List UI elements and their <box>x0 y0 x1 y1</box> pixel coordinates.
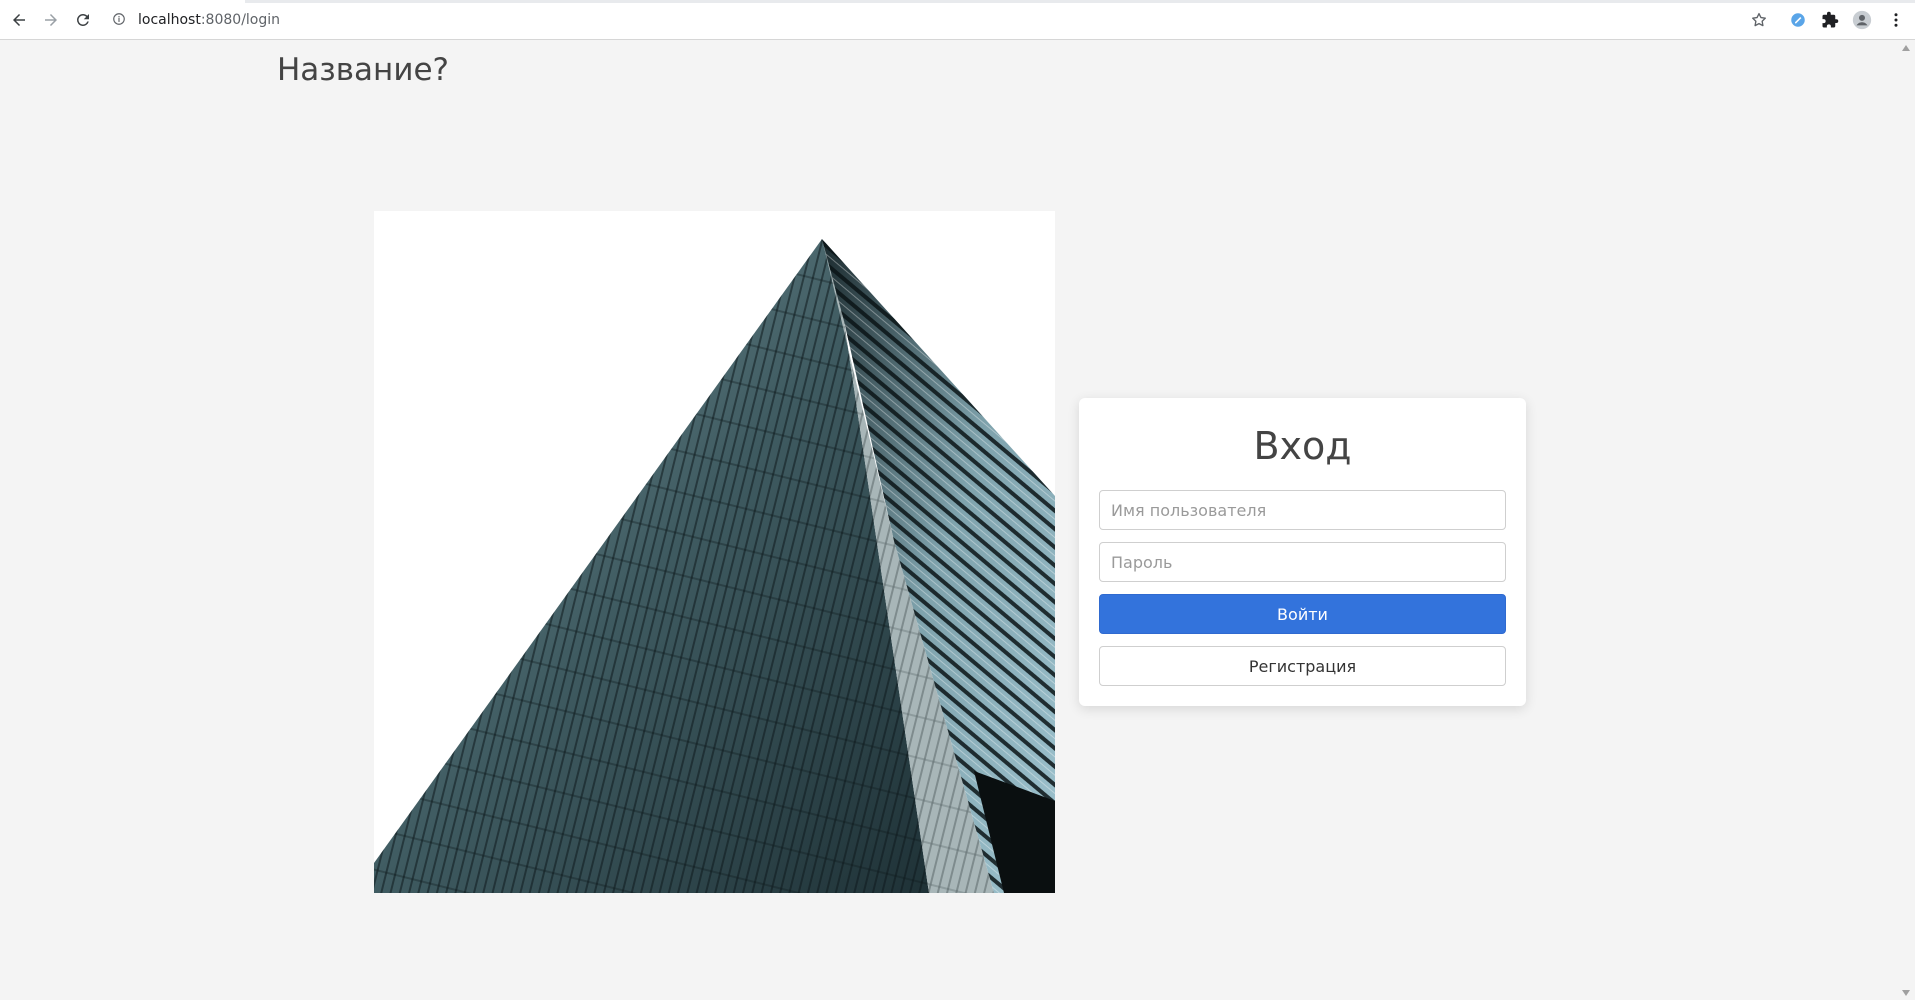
address-bar[interactable]: localhost:8080/login <box>112 8 280 32</box>
login-button[interactable]: Войти <box>1099 594 1506 634</box>
star-icon[interactable] <box>1747 8 1771 32</box>
scroll-up-arrow-icon[interactable] <box>1901 43 1911 53</box>
back-arrow-icon[interactable] <box>7 8 31 32</box>
info-icon[interactable] <box>112 12 128 28</box>
forward-arrow-icon[interactable] <box>39 8 63 32</box>
building-image <box>374 211 1055 893</box>
scroll-down-arrow-icon[interactable] <box>1901 988 1911 998</box>
username-input[interactable] <box>1099 490 1506 530</box>
kebab-menu-icon[interactable] <box>1884 8 1908 32</box>
login-title: Вход <box>1253 424 1352 468</box>
browser-toolbar: localhost:8080/login <box>0 0 1915 40</box>
login-card: Вход Войти Регистрация <box>1079 398 1526 706</box>
extension-app-icon[interactable] <box>1786 8 1810 32</box>
url-host: localhost <box>138 12 201 28</box>
profile-icon[interactable] <box>1850 8 1874 32</box>
reload-icon[interactable] <box>71 8 95 32</box>
register-button[interactable]: Регистрация <box>1099 646 1506 686</box>
puzzle-icon[interactable] <box>1818 8 1842 32</box>
building-illustration <box>374 211 1055 893</box>
tab-strip <box>0 0 1915 3</box>
url-path: :8080/login <box>200 12 281 28</box>
password-input[interactable] <box>1099 542 1506 582</box>
url-text: localhost:8080/login <box>138 12 280 28</box>
page-title: Название? <box>277 52 449 88</box>
